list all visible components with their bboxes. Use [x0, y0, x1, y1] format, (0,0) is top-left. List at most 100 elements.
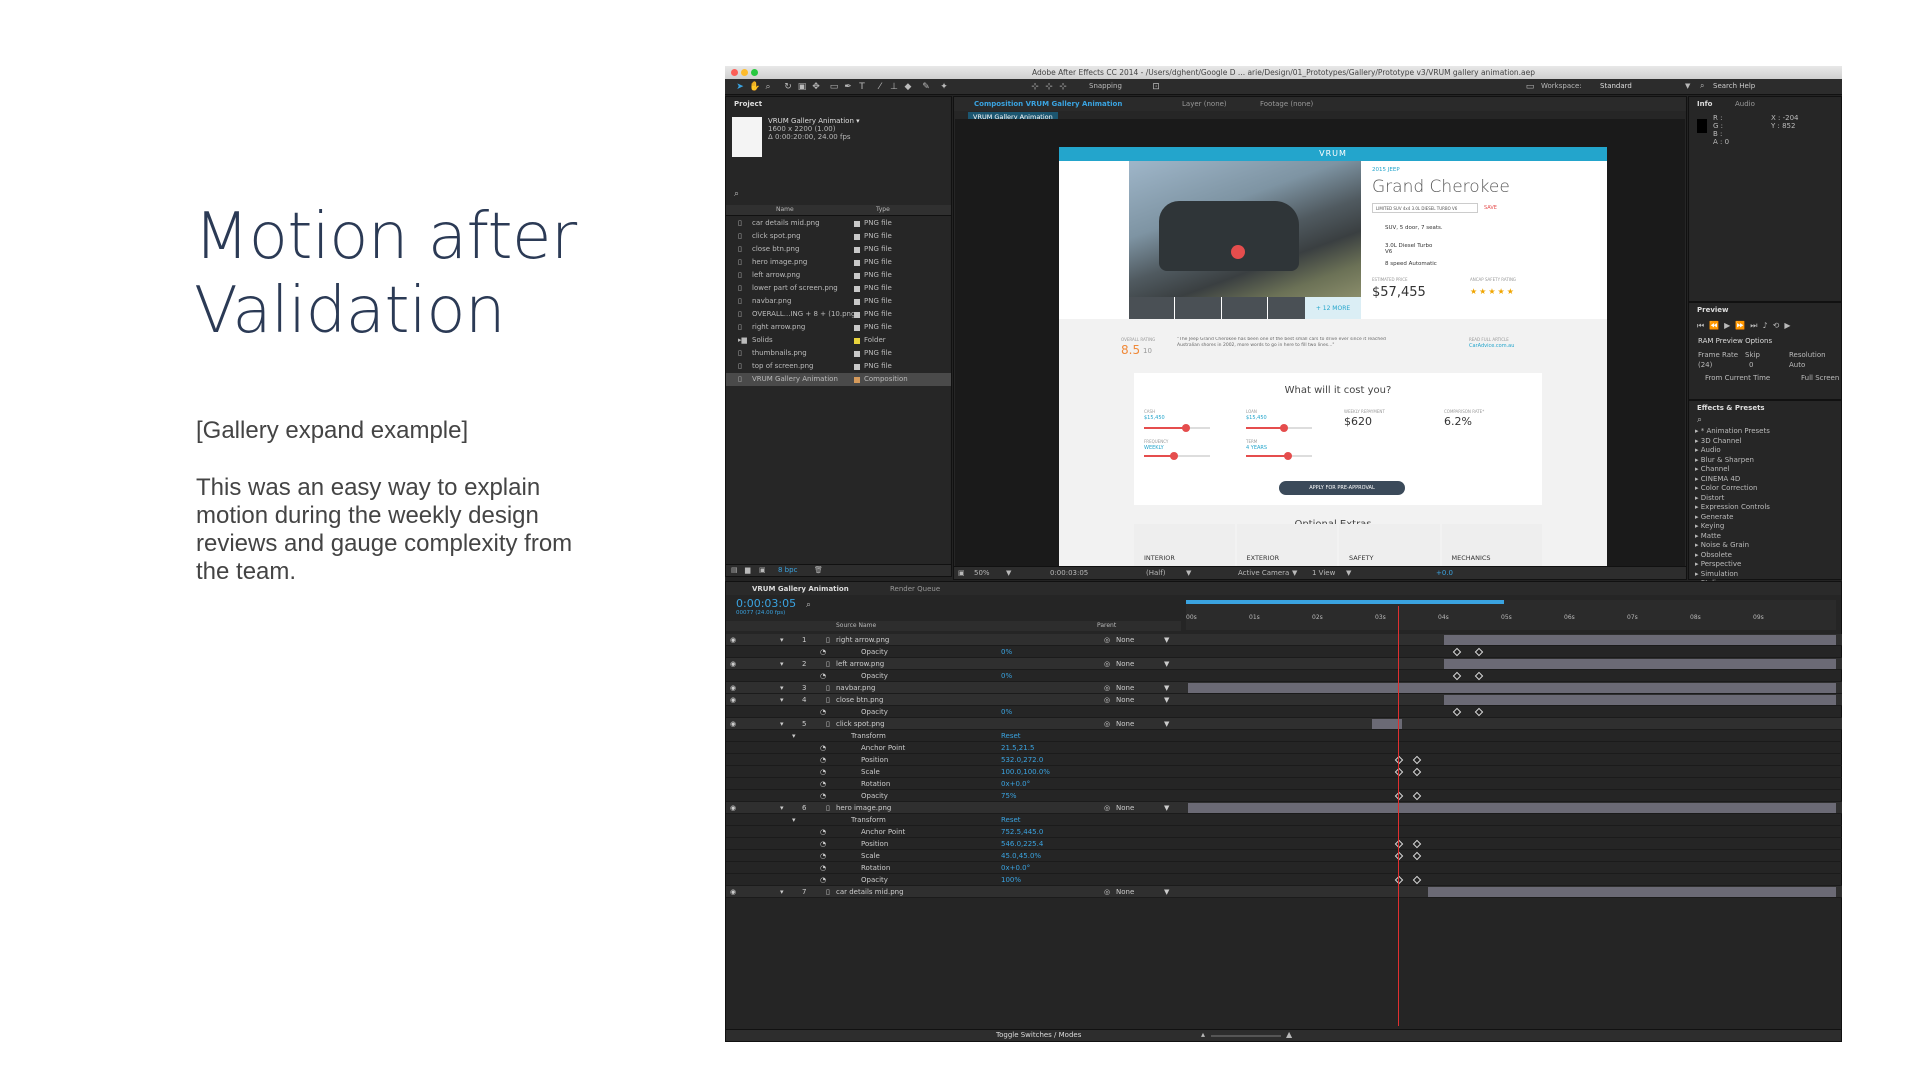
layer-twirl-icon[interactable]: ▾ — [780, 682, 784, 694]
visibility-eye-icon[interactable] — [730, 840, 738, 848]
keyframe[interactable] — [1412, 791, 1422, 801]
property-value[interactable]: 0% — [1001, 706, 1012, 718]
property-row[interactable]: ◔ Position 546.0,225.4 — [726, 838, 1842, 850]
from-current-time-checkbox[interactable]: From Current Time — [1705, 374, 1770, 382]
keyframe[interactable] — [1412, 839, 1422, 849]
first-frame-icon[interactable]: ⏮ — [1697, 321, 1709, 330]
type-tool-icon[interactable]: T — [857, 82, 867, 92]
camera-tool-icon[interactable]: ▣ — [797, 82, 807, 92]
hand-tool-icon[interactable]: ✋ — [749, 82, 760, 92]
time-ruler[interactable]: 00s 01s 02s 03s 04s 05s 06s 07s 08s 09s — [1186, 600, 1836, 630]
visibility-eye-icon[interactable]: ◉ — [730, 888, 738, 896]
resolution-select[interactable]: (Half) — [1146, 567, 1165, 579]
effect-category[interactable]: ▸ Expression Controls — [1695, 503, 1770, 511]
stopwatch-icon[interactable]: ◔ — [820, 790, 826, 802]
project-item[interactable]: ▯ VRUM Gallery Animation Composition — [726, 373, 951, 386]
selection-tool-icon[interactable]: ➤ — [735, 82, 745, 92]
project-item[interactable]: ▯ OVERALL...ING + 8 + (10.png PNG file — [726, 308, 951, 321]
interpret-footage-icon[interactable]: ▤ — [731, 566, 738, 574]
visibility-eye-icon[interactable] — [730, 876, 738, 884]
visibility-eye-icon[interactable] — [730, 648, 738, 656]
keyframe[interactable] — [1394, 839, 1404, 849]
stopwatch-icon[interactable]: ◔ — [820, 850, 826, 862]
effect-category[interactable]: ▸ Noise & Grain — [1695, 541, 1749, 549]
visibility-eye-icon[interactable] — [730, 756, 738, 764]
ram-preview-icon[interactable]: ▶ — [1784, 321, 1795, 330]
visibility-eye-icon[interactable] — [730, 864, 738, 872]
zoom-window-button[interactable] — [751, 69, 758, 76]
stopwatch-icon[interactable]: ◔ — [820, 706, 826, 718]
timeline-search-icon[interactable]: ⌕ — [806, 600, 811, 610]
stopwatch-icon[interactable]: ◔ — [820, 742, 826, 754]
visibility-eye-icon[interactable] — [730, 708, 738, 716]
keyframe[interactable] — [1474, 647, 1484, 657]
layer-row[interactable]: ◉ 7 ▾ ▯ car details mid.png ◎ None ▼ — [726, 886, 1842, 898]
project-item[interactable]: ▯ thumbnails.png PNG file — [726, 347, 951, 360]
eraser-tool-icon[interactable]: ◆ — [903, 82, 913, 92]
keyframe[interactable] — [1412, 875, 1422, 885]
property-value[interactable]: Reset — [1001, 730, 1021, 742]
property-value[interactable]: 532.0,272.0 — [1001, 754, 1043, 766]
property-row[interactable]: ◔ Scale 45.0,45.0% — [726, 850, 1842, 862]
parent-dropdown-icon[interactable]: ▼ — [1164, 886, 1169, 898]
col-name-header[interactable]: Name — [776, 206, 794, 213]
keyframe[interactable] — [1394, 875, 1404, 885]
tab-timeline-comp[interactable]: VRUM Gallery Animation — [746, 582, 855, 596]
skip-select[interactable]: 0 — [1749, 361, 1753, 369]
effect-category[interactable]: ▸ Channel — [1695, 465, 1730, 473]
col-type-header[interactable]: Type — [876, 206, 890, 213]
views-select[interactable]: 1 View — [1312, 567, 1335, 579]
project-item[interactable]: ▯ left arrow.png PNG file — [726, 269, 951, 282]
stopwatch-icon[interactable]: ◔ — [820, 838, 826, 850]
play-icon[interactable]: ▶ — [1724, 321, 1735, 330]
axis-local-icon[interactable]: ⊹ — [1030, 82, 1040, 92]
property-row[interactable]: ◔ Position 532.0,272.0 — [726, 754, 1842, 766]
snapping-label[interactable]: Snapping — [1089, 82, 1122, 90]
magnification-select[interactable]: 50% — [974, 567, 990, 579]
workspace-select[interactable]: Standard — [1600, 82, 1632, 90]
keyframe[interactable] — [1412, 755, 1422, 765]
layer-row[interactable]: ◉ 6 ▾ ▯ hero image.png ◎ None ▼ — [726, 802, 1842, 814]
effect-category[interactable]: ▸ Simulation — [1695, 570, 1738, 578]
parent-select[interactable]: None — [1116, 682, 1134, 694]
effect-category[interactable]: ▸ Keying — [1695, 522, 1724, 530]
visibility-eye-icon[interactable]: ◉ — [730, 720, 738, 728]
label-color-swatch[interactable] — [854, 325, 860, 331]
stopwatch-icon[interactable]: ◔ — [820, 874, 826, 886]
property-row[interactable]: ◔ Rotation 0x+0.0° — [726, 778, 1842, 790]
keyframe[interactable] — [1452, 671, 1462, 681]
project-item[interactable]: ▯ close btn.png PNG file — [726, 243, 951, 256]
stopwatch-icon[interactable]: ◔ — [820, 778, 826, 790]
brush-tool-icon[interactable]: ⁄ — [875, 82, 885, 92]
label-color-swatch[interactable] — [854, 247, 860, 253]
parent-dropdown-icon[interactable]: ▼ — [1164, 658, 1169, 670]
property-value[interactable]: Reset — [1001, 814, 1021, 826]
tab-render-queue[interactable]: Render Queue — [884, 582, 946, 596]
search-help-input[interactable]: Search Help — [1713, 82, 1755, 90]
layer-duration-bar[interactable] — [1444, 635, 1836, 645]
close-window-button[interactable] — [731, 69, 738, 76]
keyframe[interactable] — [1452, 647, 1462, 657]
minimize-window-button[interactable] — [741, 69, 748, 76]
parent-pickwhip-icon[interactable]: ◎ — [1104, 886, 1110, 898]
parent-dropdown-icon[interactable]: ▼ — [1164, 634, 1169, 646]
axis-view-icon[interactable]: ⊹ — [1058, 82, 1068, 92]
parent-select[interactable]: None — [1116, 694, 1134, 706]
property-row[interactable]: ◔ Opacity 100% — [726, 874, 1842, 886]
pen-tool-icon[interactable]: ✒ — [843, 82, 853, 92]
label-color-swatch[interactable] — [854, 260, 860, 266]
roto-brush-tool-icon[interactable]: ✎ — [921, 82, 931, 92]
visibility-eye-icon[interactable] — [730, 828, 738, 836]
visibility-eye-icon[interactable]: ◉ — [730, 636, 738, 644]
project-item[interactable]: ▯ click spot.png PNG file — [726, 230, 951, 243]
property-value[interactable]: 0x+0.0° — [1001, 862, 1030, 874]
parent-dropdown-icon[interactable]: ▼ — [1164, 682, 1169, 694]
layer-twirl-icon[interactable]: ▾ — [780, 694, 784, 706]
puppet-tool-icon[interactable]: ✦ — [939, 82, 949, 92]
tab-project[interactable]: Project — [728, 97, 768, 111]
layer-duration-bar[interactable] — [1444, 695, 1836, 705]
magnification-dropdown-icon[interactable]: ▼ — [1006, 567, 1011, 579]
layer-row[interactable]: ◉ 4 ▾ ▯ close btn.png ◎ None ▼ — [726, 694, 1842, 706]
audio-icon[interactable]: ♪ — [1763, 321, 1773, 330]
effect-category[interactable]: ▸ Matte — [1695, 532, 1721, 540]
